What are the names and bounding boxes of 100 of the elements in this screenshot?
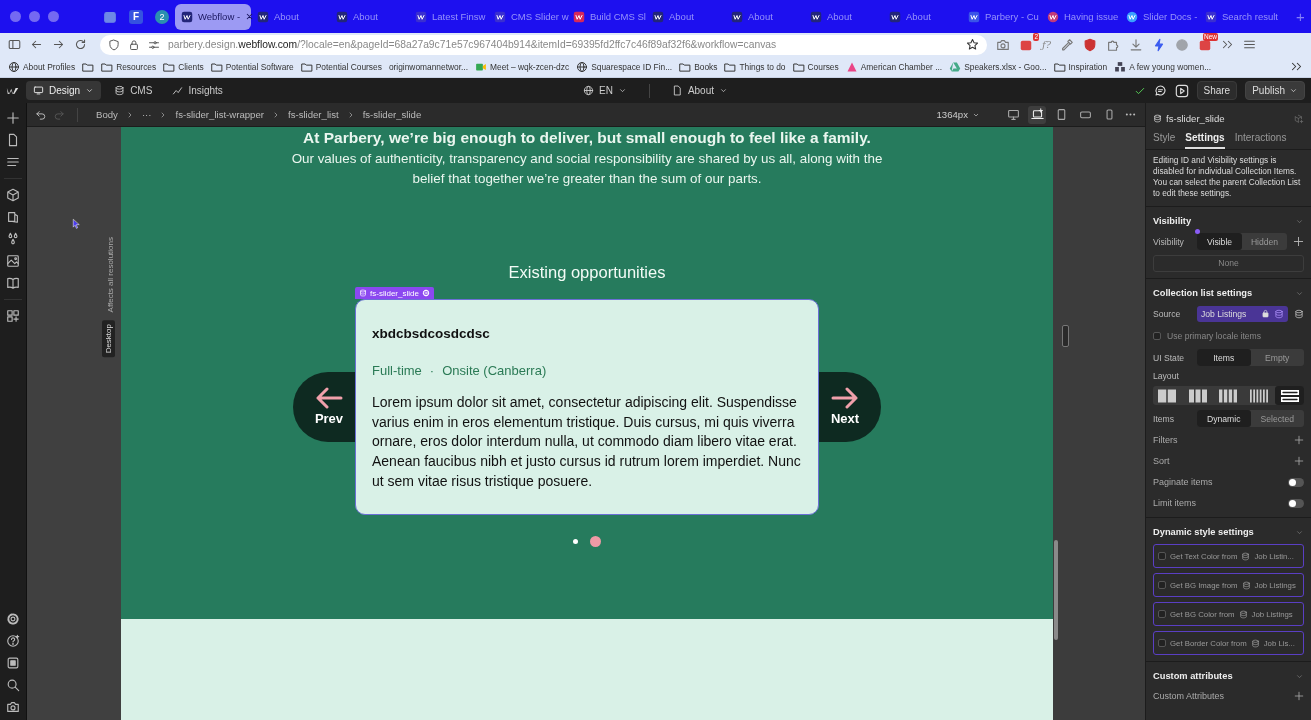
forward-icon[interactable]	[52, 38, 65, 51]
segment-option[interactable]: Dynamic	[1197, 410, 1251, 427]
bookmark-item[interactable]: About Profiles	[8, 60, 76, 73]
slider-dot[interactable]	[590, 535, 601, 547]
add-icon[interactable]	[6, 111, 20, 125]
mode-tab[interactable]: CMS	[107, 81, 160, 100]
bookmark-item[interactable]: Resources	[101, 60, 157, 73]
bookmark-item[interactable]: Potential Software	[210, 60, 294, 73]
toggle-switch[interactable]	[1288, 498, 1304, 508]
locale-selector[interactable]: EN	[576, 85, 633, 96]
browser-tab[interactable]: About	[804, 3, 883, 30]
bookmark-item[interactable]	[82, 60, 95, 73]
menu-icon[interactable]	[1243, 38, 1257, 51]
database-icon[interactable]	[1294, 308, 1304, 319]
prev-button[interactable]: Prev	[293, 371, 355, 442]
bookmark-item[interactable]: Inspiration	[1053, 60, 1108, 73]
browser-tab[interactable]: About	[725, 3, 804, 30]
bookmark-item[interactable]: American Chamber ...	[845, 60, 943, 73]
sidebar-icon[interactable]	[8, 38, 21, 51]
bookmark-star-icon[interactable]	[966, 38, 979, 51]
dropper-icon[interactable]	[1060, 37, 1075, 52]
panel-tab[interactable]: Style	[1153, 132, 1176, 149]
scrollbar-thumb[interactable]	[1054, 540, 1058, 640]
shield-icon[interactable]	[1083, 37, 1098, 52]
bookmark-item[interactable]: Clients	[163, 60, 204, 73]
condition-field[interactable]: None	[1153, 255, 1304, 272]
page-selector[interactable]: About	[665, 85, 734, 96]
panel-tab[interactable]: Settings	[1185, 132, 1225, 149]
breadcrumb-item[interactable]: fs-slider_list	[285, 109, 341, 120]
back-icon[interactable]	[30, 38, 43, 51]
source-field[interactable]: Job Listings	[1197, 305, 1288, 322]
more-icon[interactable]	[1221, 38, 1235, 51]
comment-icon[interactable]	[1153, 84, 1167, 97]
checkbox[interactable]	[1158, 610, 1166, 618]
search-icon[interactable]	[6, 678, 20, 692]
browser-tab[interactable]: About	[883, 3, 962, 30]
bookmark-item[interactable]: Courses	[792, 60, 839, 73]
drops-icon[interactable]	[6, 232, 20, 246]
layout-option[interactable]	[1275, 386, 1304, 405]
apps-icon[interactable]	[6, 309, 20, 323]
browser-tab[interactable]: About	[646, 3, 725, 30]
panel-tab[interactable]: Interactions	[1234, 132, 1287, 149]
selection-tag[interactable]: fs-slider_slide	[355, 287, 434, 299]
extensions-icon[interactable]	[1106, 37, 1121, 52]
browser-tab[interactable]: Parbery - Cu	[962, 3, 1041, 30]
camera-icon[interactable]	[6, 700, 20, 714]
breadcrumb-item[interactable]: Body	[94, 109, 120, 120]
bookmark-item[interactable]: Potential Courses	[300, 60, 382, 73]
mode-tab[interactable]: Design	[26, 81, 102, 100]
browser-tab[interactable]: Having issue	[1041, 3, 1120, 30]
help-icon[interactable]	[6, 634, 20, 648]
page-icon[interactable]	[6, 133, 20, 147]
reload-icon[interactable]	[74, 38, 87, 51]
close-icon[interactable]	[245, 12, 255, 21]
bookmark-item[interactable]: Books	[679, 60, 718, 73]
segment-option[interactable]: Hidden	[1242, 233, 1287, 250]
settings-icon[interactable]	[6, 612, 20, 626]
segment-option[interactable]: Visible	[1197, 233, 1242, 250]
toggle-switch[interactable]	[1288, 477, 1304, 487]
device-button[interactable]	[1028, 105, 1046, 124]
cube-icon[interactable]	[6, 188, 20, 202]
calendar-icon[interactable]	[103, 9, 117, 24]
more-icon[interactable]	[1290, 60, 1303, 73]
checkbox[interactable]	[1153, 331, 1161, 340]
slider-dot[interactable]	[573, 538, 578, 544]
resize-handle[interactable]	[1062, 325, 1069, 347]
site-settings-icon[interactable]	[148, 38, 160, 51]
address-bar[interactable]: parbery.design.webflow.com/?locale=en&pageId=68a27a9c71e57c967404b914&itemId=69395fd2ffc7c46f89af32f6&workflow=canvas	[100, 34, 987, 55]
pinned-tab[interactable]: 2	[155, 9, 169, 24]
checkbox[interactable]	[1158, 552, 1166, 560]
add-icon[interactable]	[1294, 456, 1304, 466]
square-icon[interactable]	[6, 656, 20, 670]
segment-option[interactable]: Selected	[1250, 410, 1304, 427]
breadcrumb-item[interactable]: fs-slider_slide	[360, 109, 424, 120]
image-icon[interactable]	[6, 254, 20, 268]
navigator-icon[interactable]	[6, 155, 20, 169]
browser-tab[interactable]: Latest Finsw	[409, 3, 488, 30]
mode-tab[interactable]: Insights	[165, 81, 230, 100]
segment-option[interactable]: Items	[1197, 349, 1251, 366]
add-icon[interactable]	[1293, 236, 1304, 247]
share-button[interactable]: Share	[1196, 81, 1238, 100]
browser-tab[interactable]: About	[251, 3, 330, 30]
next-button[interactable]: Next	[819, 371, 881, 442]
download-icon[interactable]	[1129, 37, 1144, 52]
browser-tab[interactable]: Search result	[1199, 3, 1278, 30]
undo-icon[interactable]	[35, 108, 47, 121]
breakpoint-width[interactable]: 1364px	[930, 108, 986, 121]
bookmark-item[interactable]: Things to do	[724, 60, 786, 73]
add-icon[interactable]	[1294, 435, 1304, 445]
bookmark-item[interactable]: Meet – wqk-zcen-dzc	[475, 60, 570, 73]
breadcrumb-item[interactable]: fs-slider_list-wrapper	[173, 109, 266, 120]
publish-button[interactable]: Publish	[1245, 81, 1305, 100]
segment-option[interactable]: Empty	[1250, 349, 1304, 366]
preview-icon[interactable]	[1174, 83, 1189, 98]
bookmark-item[interactable]: Speakers.xlsx - Goo...	[949, 60, 1047, 73]
checkbox[interactable]	[1158, 639, 1166, 647]
layers-icon[interactable]	[6, 210, 20, 224]
breadcrumb-item[interactable]: ···	[139, 109, 154, 120]
checkbox[interactable]	[1158, 581, 1166, 589]
bookmark-item[interactable]: Squarespace ID Fin...	[576, 60, 673, 73]
